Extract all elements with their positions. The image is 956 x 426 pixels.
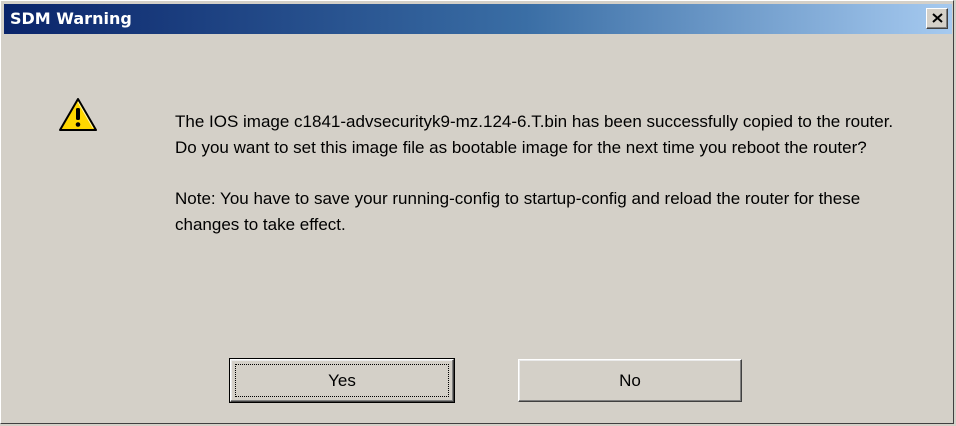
no-button-label: No: [619, 371, 641, 390]
close-icon: [932, 13, 943, 23]
close-button[interactable]: [926, 8, 948, 29]
warning-icon: [59, 98, 97, 131]
dialog-window: SDM Warning The IOS image c1841-advsecur…: [0, 0, 954, 424]
no-button[interactable]: No: [518, 359, 742, 402]
dialog-title: SDM Warning: [10, 9, 132, 28]
note-text: Note: You have to save your running-conf…: [175, 189, 861, 234]
yes-button-label: Yes: [328, 371, 356, 390]
message-area: The IOS image c1841-advsecurityk9-mz.124…: [175, 109, 915, 238]
title-bar[interactable]: SDM Warning: [4, 4, 952, 34]
yes-button[interactable]: Yes: [229, 358, 455, 403]
message-text: The IOS image c1841-advsecurityk9-mz.124…: [175, 112, 894, 157]
